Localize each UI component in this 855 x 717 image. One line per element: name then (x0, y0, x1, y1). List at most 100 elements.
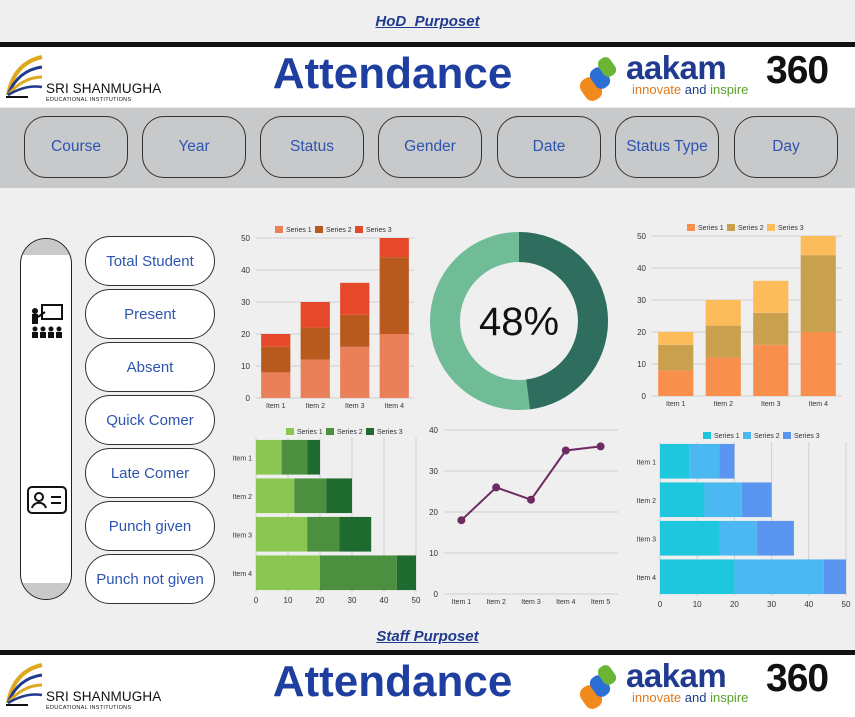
y-tick-label: Item 3 (233, 532, 253, 539)
logo-subtitle: EDUCATIONAL INSTITUTIONS (46, 97, 132, 103)
aakam360-logo: aakam 360 innovate and inspire (578, 49, 855, 103)
legend-label: Series 1 (714, 433, 740, 440)
bar-segment (340, 314, 370, 347)
dashboard-page: HoD_Purposet SRI SHANMUGHA EDUCATIONAL I… (0, 0, 855, 717)
legend-label: Series 1 (297, 429, 323, 436)
bar-segment (734, 559, 824, 595)
legend-swatch (687, 224, 695, 231)
bar-segment (753, 344, 789, 396)
x-tick-label: Item 5 (591, 599, 611, 606)
y-tick-label: Item 3 (637, 536, 657, 543)
bar-segment (256, 439, 282, 475)
data-point (596, 442, 605, 451)
metric-punch-given[interactable]: Punch given (85, 501, 215, 551)
bar-segment (300, 327, 330, 360)
bar-segment (658, 370, 694, 396)
bar-segment (660, 443, 690, 479)
x-tick-label: 10 (284, 596, 293, 605)
stacked-column-chart-orange: Series 1 Series 2 Series 3 0 10 20 30 40 50 Item … (230, 218, 420, 414)
data-point (561, 446, 570, 455)
line-chart: 0 10 20 30 40 Item 1 Item 2 Item 3 Item 4 Item 5 (424, 422, 624, 608)
filter-status[interactable]: Status (260, 116, 364, 178)
filter-year[interactable]: Year (142, 116, 246, 178)
y-tick-label: 0 (642, 392, 647, 401)
page-title: Attendance (272, 49, 513, 98)
bar-segment (705, 300, 741, 326)
bar-segment (379, 238, 409, 258)
legend-swatch (767, 224, 775, 231)
logo-subtitle: EDUCATIONAL INSTITUTIONS (46, 705, 132, 711)
y-tick-label: 20 (429, 508, 438, 517)
stacked-column-chart-gold: Series 1 Series 2 Series 3 0 10 20 30 40 50 Item … (626, 216, 848, 412)
header-top: SRI SHANMUGHA EDUCATIONAL INSTITUTIONS A… (0, 47, 855, 107)
metric-present[interactable]: Present (85, 289, 215, 339)
x-tick-label: Item 1 (452, 599, 472, 606)
filter-date[interactable]: Date (497, 116, 601, 178)
x-tick-label: 40 (804, 600, 813, 609)
shanmugha-logo: SRI SHANMUGHA EDUCATIONAL INSTITUTIONS (4, 51, 184, 107)
bar-segment (756, 520, 794, 556)
x-tick-label: Item 2 (714, 401, 734, 408)
x-tick-label: Item 1 (666, 401, 686, 408)
y-tick-label: Item 1 (637, 459, 657, 466)
legend-label: Series 1 (286, 227, 312, 234)
y-tick-label: 0 (246, 394, 251, 403)
brand-tagline: innovate and inspire (632, 690, 748, 705)
filter-course[interactable]: Course (24, 116, 128, 178)
bar-segment (307, 516, 340, 552)
series-line (460, 445, 601, 521)
bar-segment (704, 482, 742, 518)
bar-segment (658, 344, 694, 371)
metric-total-student[interactable]: Total Student (85, 236, 215, 286)
x-tick-label: Item 4 (809, 401, 829, 408)
shanmugha-emblem-icon (6, 663, 43, 706)
logo-name: SRI SHANMUGHA (46, 81, 162, 96)
chart-svg: Series 1 Series 2 Series 3 0 10 20 30 40 50 Item … (637, 224, 842, 408)
presentation-icon[interactable] (29, 303, 65, 341)
x-tick-label: 30 (348, 596, 357, 605)
staff-purpose-link[interactable]: Staff Purposet (376, 628, 478, 645)
bar-segment (307, 439, 320, 475)
filter-status-type[interactable]: Status Type (615, 116, 719, 178)
bar-segment (705, 325, 741, 358)
bar-segment (719, 520, 757, 556)
x-tick-label: Item 4 (556, 599, 576, 606)
shanmugha-emblem-icon (6, 55, 43, 98)
legend-swatch (783, 432, 791, 439)
y-tick-label: 20 (637, 328, 646, 337)
bar-segment (658, 332, 694, 345)
bar-segment (705, 357, 741, 396)
legend-swatch (366, 428, 374, 435)
bar-segment (340, 346, 370, 398)
aakam-chain-icon (579, 665, 617, 709)
filter-day[interactable]: Day (734, 116, 838, 178)
legend-swatch (743, 432, 751, 439)
bar-segment (379, 334, 409, 398)
x-tick-label: 40 (380, 596, 389, 605)
hod-purpose-link[interactable]: HoD_Purposet (375, 13, 479, 30)
bar-segment (256, 555, 320, 591)
legend-swatch (727, 224, 735, 231)
bar-segment (320, 555, 397, 591)
legend-swatch (286, 428, 294, 435)
metric-late-comer[interactable]: Late Comer (85, 448, 215, 498)
bar-segment (660, 482, 705, 518)
y-tick-label: 10 (241, 362, 250, 371)
bar-segment (800, 236, 836, 256)
y-tick-label: 40 (241, 266, 250, 275)
id-card-icon[interactable] (26, 485, 68, 515)
bar-segment (800, 332, 836, 396)
y-tick-label: 30 (637, 296, 646, 305)
brand-number: 360 (766, 657, 829, 700)
metric-quick-comer[interactable]: Quick Comer (85, 395, 215, 445)
filter-gender[interactable]: Gender (378, 116, 482, 178)
metric-absent[interactable]: Absent (85, 342, 215, 392)
y-tick-label: Item 1 (233, 455, 253, 462)
legend-label: Series 3 (377, 429, 403, 436)
data-point (492, 483, 501, 492)
x-tick-label: Item 3 (521, 599, 541, 606)
legend-swatch (315, 226, 323, 233)
chart-svg: 48% (430, 232, 608, 410)
metric-punch-not-given[interactable]: Punch not given (85, 554, 215, 604)
shanmugha-logo-bottom: SRI SHANMUGHA EDUCATIONAL INSTITUTIONS (4, 659, 184, 715)
